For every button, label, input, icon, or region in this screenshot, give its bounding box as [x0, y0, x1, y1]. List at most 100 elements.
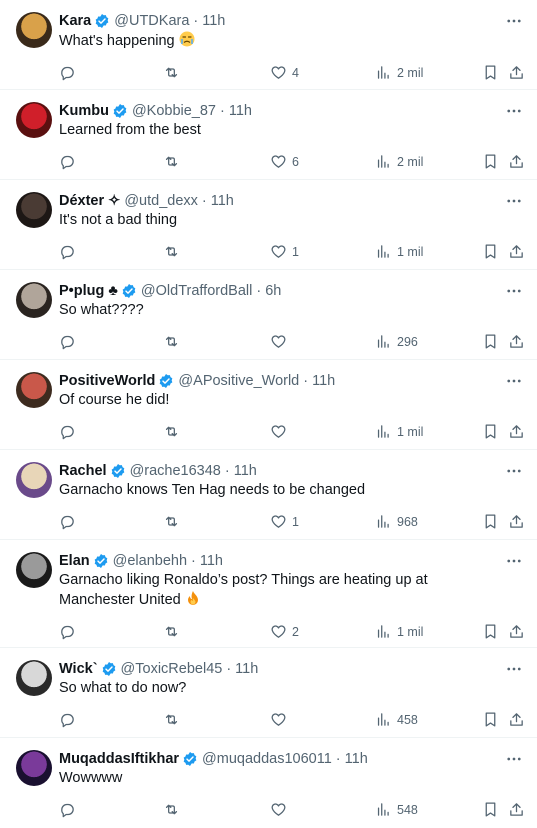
retweet-button[interactable]: [163, 513, 180, 530]
display-name[interactable]: PositiveWorld: [59, 373, 155, 389]
share-button[interactable]: [508, 623, 525, 640]
like-button[interactable]: 1: [270, 513, 299, 530]
more-options-icon[interactable]: [505, 192, 523, 210]
display-name[interactable]: MuqaddasIftikhar: [59, 751, 179, 767]
user-handle[interactable]: @utd_dexx: [124, 193, 198, 209]
views-button[interactable]: 1 mil: [375, 623, 423, 640]
avatar[interactable]: [16, 12, 52, 48]
reply-button[interactable]: [59, 333, 76, 350]
bookmark-button[interactable]: [482, 711, 499, 728]
bookmark-button[interactable]: [482, 243, 499, 260]
share-button[interactable]: [508, 153, 525, 170]
share-button[interactable]: [508, 423, 525, 440]
bookmark-button[interactable]: [482, 423, 499, 440]
user-handle[interactable]: @Kobbie_87: [132, 103, 216, 119]
avatar[interactable]: [16, 192, 52, 228]
timestamp[interactable]: 11h: [200, 553, 223, 569]
views-button[interactable]: 296: [375, 333, 418, 350]
views-button[interactable]: 2 mil: [375, 64, 423, 81]
views-button[interactable]: 1 mil: [375, 243, 423, 260]
timestamp[interactable]: 11h: [345, 751, 368, 767]
views-button[interactable]: 968: [375, 513, 418, 530]
reply-button[interactable]: [59, 423, 76, 440]
share-button[interactable]: [508, 513, 525, 530]
avatar[interactable]: [16, 282, 52, 318]
verified-badge-icon[interactable]: [110, 463, 126, 479]
views-button[interactable]: 2 mil: [375, 153, 423, 170]
like-button[interactable]: 4: [270, 64, 299, 81]
verified-badge-icon[interactable]: [121, 283, 137, 299]
tweet-item[interactable]: P•plug ♣ @OldTraffordBall · 6h So what??…: [0, 270, 537, 360]
more-options-icon[interactable]: [505, 462, 523, 480]
display-name[interactable]: Rachel: [59, 463, 107, 479]
like-button[interactable]: [270, 711, 292, 728]
avatar[interactable]: [16, 660, 52, 696]
tweet-item[interactable]: Kara @UTDKara · 11h What's happening 4 2…: [0, 0, 537, 90]
user-handle[interactable]: @APositive_World: [178, 373, 299, 389]
views-button[interactable]: 1 mil: [375, 423, 423, 440]
verified-badge-icon[interactable]: [93, 553, 109, 569]
display-name[interactable]: Wick`: [59, 661, 98, 677]
verified-badge-icon[interactable]: [158, 373, 174, 389]
like-button[interactable]: [270, 423, 292, 440]
reply-button[interactable]: [59, 623, 76, 640]
reply-button[interactable]: [59, 153, 76, 170]
verified-badge-icon[interactable]: [101, 661, 117, 677]
reply-button[interactable]: [59, 513, 76, 530]
more-options-icon[interactable]: [505, 750, 523, 768]
user-handle[interactable]: @muqaddas106011: [202, 751, 332, 767]
reply-button[interactable]: [59, 711, 76, 728]
bookmark-button[interactable]: [482, 623, 499, 640]
like-button[interactable]: 2: [270, 623, 299, 640]
like-button[interactable]: [270, 801, 292, 818]
timestamp[interactable]: 11h: [202, 13, 225, 29]
retweet-button[interactable]: [163, 153, 180, 170]
retweet-button[interactable]: [163, 801, 180, 818]
display-name[interactable]: P•plug ♣: [59, 283, 118, 299]
retweet-button[interactable]: [163, 64, 180, 81]
retweet-button[interactable]: [163, 243, 180, 260]
timestamp[interactable]: 11h: [229, 103, 252, 119]
timestamp[interactable]: 11h: [312, 373, 335, 389]
more-options-icon[interactable]: [505, 660, 523, 678]
user-handle[interactable]: @ToxicRebel45: [121, 661, 223, 677]
share-button[interactable]: [508, 64, 525, 81]
bookmark-button[interactable]: [482, 513, 499, 530]
reply-button[interactable]: [59, 243, 76, 260]
tweet-item[interactable]: Rachel @rache16348 · 11h Garnacho knows …: [0, 450, 537, 540]
share-button[interactable]: [508, 333, 525, 350]
user-handle[interactable]: @OldTraffordBall: [141, 283, 252, 299]
retweet-button[interactable]: [163, 333, 180, 350]
user-handle[interactable]: @rache16348: [130, 463, 221, 479]
bookmark-button[interactable]: [482, 801, 499, 818]
like-button[interactable]: 6: [270, 153, 299, 170]
avatar[interactable]: [16, 552, 52, 588]
verified-badge-icon[interactable]: [112, 103, 128, 119]
tweet-item[interactable]: PositiveWorld @APositive_World · 11h Of …: [0, 360, 537, 450]
reply-button[interactable]: [59, 64, 76, 81]
more-options-icon[interactable]: [505, 102, 523, 120]
retweet-button[interactable]: [163, 423, 180, 440]
retweet-button[interactable]: [163, 623, 180, 640]
tweet-item[interactable]: Wick` @ToxicRebel45 · 11h So what to do …: [0, 648, 537, 738]
more-options-icon[interactable]: [505, 552, 523, 570]
timestamp[interactable]: 6h: [265, 283, 281, 299]
more-options-icon[interactable]: [505, 282, 523, 300]
display-name[interactable]: Déxter ✧: [59, 193, 120, 209]
avatar[interactable]: [16, 750, 52, 786]
retweet-button[interactable]: [163, 711, 180, 728]
views-button[interactable]: 458: [375, 711, 418, 728]
display-name[interactable]: Kumbu: [59, 103, 109, 119]
views-button[interactable]: 548: [375, 801, 418, 818]
like-button[interactable]: [270, 333, 292, 350]
avatar[interactable]: [16, 462, 52, 498]
tweet-item[interactable]: Déxter ✧ @utd_dexx · 11h It's not a bad …: [0, 180, 537, 270]
user-handle[interactable]: @UTDKara: [114, 13, 189, 29]
bookmark-button[interactable]: [482, 333, 499, 350]
avatar[interactable]: [16, 372, 52, 408]
display-name[interactable]: Kara: [59, 13, 91, 29]
more-options-icon[interactable]: [505, 12, 523, 30]
display-name[interactable]: Elan: [59, 553, 90, 569]
bookmark-button[interactable]: [482, 64, 499, 81]
verified-badge-icon[interactable]: [94, 13, 110, 29]
